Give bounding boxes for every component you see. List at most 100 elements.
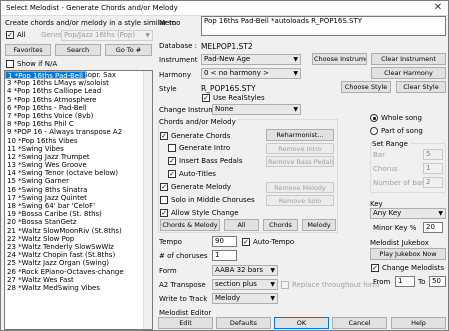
choose-instrument-button[interactable]: Choose Instrument <box>312 53 367 65</box>
reharmonist-button[interactable]: Reharmonist... <box>266 129 334 141</box>
memo-field[interactable]: Pop 16ths Pad-Bell *autoloads R_POP16S.S… <box>201 16 446 36</box>
list-item[interactable]: 26 *Rock EPiano-Octaves-change <box>5 268 152 276</box>
list-item[interactable]: 27 *Waltz Wes Fast <box>5 276 152 284</box>
list-item[interactable]: 9 *POP 16 - Always transpose A2 <box>5 128 152 136</box>
list-item[interactable]: 13 *Swing Wes Groove <box>5 161 152 169</box>
change-instrument-select[interactable]: None ▼ <box>212 104 301 115</box>
list-item[interactable]: 24 *Waltz Chopin fast (St.8ths) <box>5 251 152 259</box>
solo-middle-checkbox[interactable] <box>160 196 168 204</box>
list-item[interactable]: 5 *Pop 16ths Atmosphere <box>5 96 152 104</box>
set-range-label: Set Range <box>372 140 410 149</box>
genre-select[interactable]: Pop/Jazz 16ths (Pop) ▼ <box>61 30 153 41</box>
search-button[interactable]: Search <box>55 44 101 56</box>
whole-song-radio[interactable] <box>370 114 378 122</box>
clear-style-button[interactable]: Clear Style <box>396 81 446 93</box>
list-item[interactable]: 28 *Waltz MedSwing Vibes <box>5 284 152 292</box>
key-select[interactable]: Any Key ▼ <box>370 208 446 219</box>
remove-melody-button[interactable]: Remove Melody <box>266 182 334 193</box>
a2-transpose-value: section plus <box>215 280 257 288</box>
list-item[interactable]: 7 *Pop 16ths Voice (8vb) <box>5 112 152 120</box>
genre-label: Genre <box>41 31 63 39</box>
remove-bass-button[interactable]: Remove Bass Pedals <box>266 156 334 167</box>
list-item[interactable]: 8 *Pop 16ths Phil C <box>5 120 152 128</box>
a2-transpose-select[interactable]: section plus ▼ <box>212 279 278 290</box>
edit-button[interactable]: Edit <box>158 317 213 329</box>
generate-intro-checkbox[interactable] <box>168 144 176 152</box>
auto-titles-checkbox[interactable]: ✓ <box>168 170 176 178</box>
generate-melody-checkbox[interactable]: ✓ <box>160 183 168 191</box>
list-item[interactable]: 20 *Bossa StanGetz <box>5 218 152 226</box>
list-item[interactable]: 1 *Pop 16ths Pad-Bell <box>5 71 86 80</box>
auto-tempo-checkbox[interactable]: ✓ <box>242 238 250 246</box>
part-of-song-label: Part of song <box>381 127 423 135</box>
list-item[interactable]: 23 *Waltz Tenderly SlowSwWlz <box>5 243 152 251</box>
chords-button[interactable]: Chords <box>263 219 298 231</box>
tempo-input[interactable]: 90 <box>212 236 237 247</box>
number-of-bars-input[interactable]: 2 <box>423 177 443 188</box>
harmony-select[interactable]: 0 < no harmony > ▼ <box>201 68 301 79</box>
melody-button[interactable]: Melody <box>302 219 336 231</box>
tempo-label: Tempo <box>159 238 182 246</box>
harmony-value: 0 < no harmony > <box>204 69 269 77</box>
favorites-button[interactable]: Favorites <box>5 44 51 56</box>
from-input[interactable]: 1 <box>395 276 415 287</box>
list-item[interactable]: 14 *Swing Tenor (octave below) <box>5 169 152 177</box>
list-item[interactable]: 19 *Bossa Caribe (St. 8ths) <box>5 210 152 218</box>
clear-instrument-button[interactable]: Clear Instrument <box>371 53 446 65</box>
close-icon[interactable]: ✕ <box>431 3 445 14</box>
list-scrollbar[interactable] <box>143 71 152 329</box>
list-item[interactable]: 18 *Swing 64' bar 'CeloF' <box>5 202 152 210</box>
list-item[interactable]: 15 *Swing Garner <box>5 177 152 185</box>
list-item[interactable]: 25 *Waltz Jazz Organ (Swing) <box>5 259 152 267</box>
cancel-button[interactable]: Cancel <box>332 317 387 329</box>
remove-intro-button[interactable]: Remove Intro <box>266 143 334 154</box>
replace-form-checkbox[interactable] <box>281 281 289 289</box>
list-item[interactable]: 10 *Pop 16ths Vibes <box>5 137 152 145</box>
bar-input[interactable]: 5 <box>423 149 443 160</box>
chevron-down-icon: ▼ <box>293 56 298 63</box>
remove-solo-button[interactable]: Remove Solo <box>266 195 334 206</box>
allow-style-label: Allow Style Change <box>171 209 239 217</box>
defaults-button[interactable]: Defaults <box>216 317 271 329</box>
part-of-song-radio[interactable] <box>370 127 378 135</box>
list-item[interactable]: 17 *Swing Jazz Quintet <box>5 194 152 202</box>
use-realstyles-checkbox[interactable]: ✓ <box>202 94 210 102</box>
all-checkbox[interactable]: ✓ <box>6 31 14 39</box>
list-item[interactable]: 22 *Waltz Slow Pop <box>5 235 152 243</box>
choruses-input[interactable]: 1 <box>212 250 237 261</box>
auto-titles-label: Auto-Titles <box>179 170 216 178</box>
form-value: AABA 32 bars <box>215 266 263 274</box>
choose-style-button[interactable]: Choose Style <box>341 81 391 93</box>
ok-button[interactable]: OK <box>274 317 329 329</box>
list-item[interactable]: 21 *Waltz SlowMoonRiv (St.8ths) <box>5 227 152 235</box>
list-item[interactable]: 12 *Swing Jazz Trumpet <box>5 153 152 161</box>
use-realstyles-label: Use RealStyles <box>213 94 265 102</box>
change-melodists-label: Change Melodists <box>382 264 445 272</box>
to-input[interactable]: 50 <box>429 276 446 287</box>
chords-and-melody-button[interactable]: Chords & Melody <box>160 219 220 231</box>
minor-key-input[interactable]: 20 <box>423 222 443 233</box>
list-item[interactable]: 16 *Swing 8ths Sinatra <box>5 186 152 194</box>
show-na-checkbox[interactable] <box>6 60 14 68</box>
a2-transpose-label: A2 Transpose <box>159 281 206 289</box>
list-item[interactable]: 11 *Swing Vibes <box>5 145 152 153</box>
insert-bass-checkbox[interactable]: ✓ <box>168 157 176 165</box>
change-melodists-checkbox[interactable]: ✓ <box>371 264 379 272</box>
chorus-input[interactable]: 1 <box>423 163 443 174</box>
instrument-select[interactable]: Pad-New Age ▼ <box>201 54 301 65</box>
goto-button[interactable]: Go To # <box>105 44 152 56</box>
list-item[interactable]: 3 *Pop 16ths LMays w/soloist <box>5 79 152 87</box>
help-button[interactable]: Help <box>391 317 446 329</box>
allow-style-checkbox[interactable]: ✓ <box>160 209 168 217</box>
list-item[interactable]: 6 *Pop 16ths - Pad-Bell <box>5 104 152 112</box>
form-select[interactable]: AABA 32 bars ▼ <box>212 265 278 276</box>
melodist-list[interactable]: 1 *Pop 16ths Pad-Bell2 *Pop 16ths KennyG… <box>4 70 153 330</box>
play-jukebox-button[interactable]: Play Jukebox Now <box>370 248 446 260</box>
all-button[interactable]: All <box>224 219 259 231</box>
generate-chords-checkbox[interactable]: ✓ <box>160 132 168 140</box>
clear-harmony-button[interactable]: Clear Harmony <box>371 67 446 79</box>
write-to-track-select[interactable]: Melody ▼ <box>212 293 278 304</box>
chevron-down-icon: ▼ <box>145 32 150 39</box>
chevron-down-icon: ▼ <box>438 210 443 217</box>
list-item[interactable]: 4 *Pop 16ths Calliope Lead <box>5 87 152 95</box>
